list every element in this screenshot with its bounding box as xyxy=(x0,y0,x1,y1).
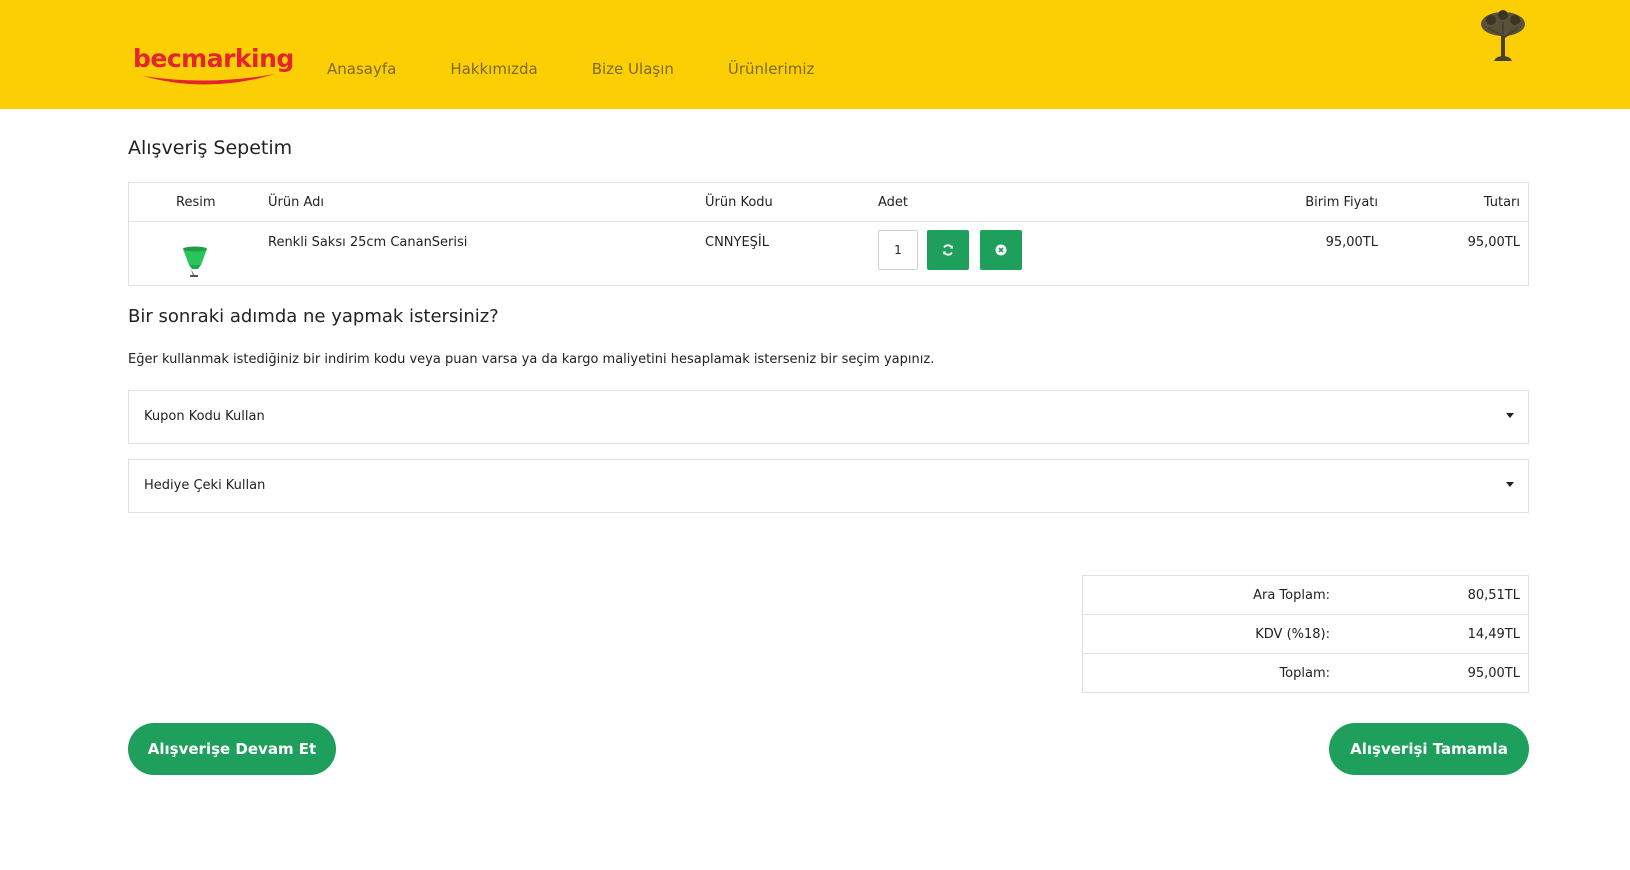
page-title: Alışveriş Sepetim xyxy=(128,137,293,159)
column-header-unit-price: Birim Fiyatı xyxy=(1305,195,1378,210)
site-header: becmarking Anasayfa Hakkımızda Bize Ulaş… xyxy=(0,0,1630,109)
accordion-label: Kupon Kodu Kullan xyxy=(144,409,265,424)
product-name[interactable]: Renkli Saksı 25cm CananSerisi xyxy=(268,235,467,250)
gift-voucher-accordion[interactable]: Hediye Çeki Kullan xyxy=(128,459,1529,513)
unit-price: 95,00TL xyxy=(1325,235,1378,250)
refresh-icon xyxy=(943,244,953,256)
product-thumbnail[interactable] xyxy=(179,245,211,279)
caret-down-icon xyxy=(1506,482,1514,487)
caret-down-icon xyxy=(1506,413,1514,418)
vat-row: KDV (%18): 14,49TL xyxy=(1083,615,1528,654)
subtotal-row: Ara Toplam: 80,51TL xyxy=(1083,576,1528,615)
main-nav: Anasayfa Hakkımızda Bize Ulaşın Ürünleri… xyxy=(327,60,868,78)
vat-label: KDV (%18): xyxy=(1255,627,1330,642)
cart-table: Resim Ürün Adı Ürün Kodu Adet Birim Fiya… xyxy=(128,182,1529,286)
vat-value: 14,49TL xyxy=(1467,627,1520,642)
nav-products[interactable]: Ürünlerimiz xyxy=(728,60,815,78)
accordion-label: Hediye Çeki Kullan xyxy=(144,478,266,493)
column-header-name: Ürün Adı xyxy=(268,195,324,210)
quantity-input[interactable]: 1 xyxy=(878,230,918,270)
next-step-description: Eğer kullanmak istediğiniz bir indirim k… xyxy=(128,352,935,367)
line-total: 95,00TL xyxy=(1467,235,1520,250)
nav-contact[interactable]: Bize Ulaşın xyxy=(592,60,674,78)
column-header-code: Ürün Kodu xyxy=(705,195,773,210)
grand-total-row: Toplam: 95,00TL xyxy=(1083,654,1528,693)
subtotal-value: 80,51TL xyxy=(1467,588,1520,603)
grand-total-value: 95,00TL xyxy=(1467,666,1520,681)
checkout-button[interactable]: Alışverişi Tamamla xyxy=(1329,723,1529,775)
logo-text: becmarking xyxy=(133,44,294,73)
close-circle-icon xyxy=(995,244,1007,256)
product-code: CNNYEŞİL xyxy=(705,235,770,250)
brand-logo[interactable]: becmarking xyxy=(133,44,294,94)
grand-total-label: Toplam: xyxy=(1279,666,1330,681)
totals-table: Ara Toplam: 80,51TL KDV (%18): 14,49TL T… xyxy=(1082,575,1529,693)
coupon-code-accordion[interactable]: Kupon Kodu Kullan xyxy=(128,390,1529,444)
column-header-image: Resim xyxy=(176,195,216,210)
nav-home[interactable]: Anasayfa xyxy=(327,60,396,78)
update-quantity-button[interactable] xyxy=(927,230,969,270)
subtotal-label: Ara Toplam: xyxy=(1253,588,1330,603)
nav-about[interactable]: Hakkımızda xyxy=(450,60,537,78)
column-header-total: Tutarı xyxy=(1483,195,1520,210)
continue-shopping-button[interactable]: Alışverişe Devam Et xyxy=(128,723,336,775)
logo-swoosh-icon xyxy=(143,74,275,85)
next-step-title: Bir sonraki adımda ne yapmak istersiniz? xyxy=(128,306,499,327)
column-header-quantity: Adet xyxy=(878,195,909,210)
cart-table-header: Resim Ürün Adı Ürün Kodu Adet Birim Fiya… xyxy=(129,183,1528,222)
tree-icon xyxy=(1481,10,1525,61)
remove-item-button[interactable] xyxy=(980,230,1022,270)
